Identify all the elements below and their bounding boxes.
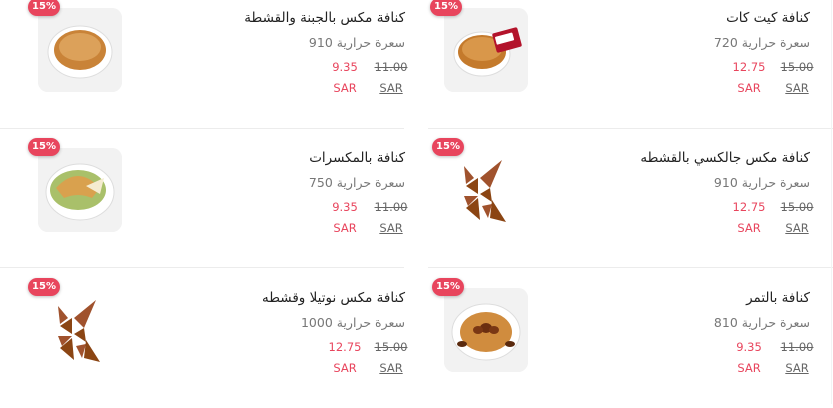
item-calories: سعرة حرارية 720 xyxy=(713,35,810,50)
new-price: 12.75 xyxy=(732,200,766,214)
new-price: 12.75 xyxy=(328,340,362,354)
item-image xyxy=(38,148,122,232)
new-price: 9.35 xyxy=(736,340,762,354)
old-price-currency: SAR xyxy=(379,361,403,375)
item-name: كنافة مكس جالكسي بالقشطه xyxy=(640,150,810,166)
menu-grid: 15% كنافة كيت كات سعرة حرارية 720 15.00 … xyxy=(0,0,833,404)
new-price-currency: SAR xyxy=(333,81,357,95)
discount-badge: 15% xyxy=(432,138,464,156)
row-divider xyxy=(0,128,404,129)
item-calories: سعرة حرارية 750 xyxy=(308,175,405,190)
item-calories: سعرة حرارية 910 xyxy=(308,35,405,50)
old-price-currency: SAR xyxy=(785,221,809,235)
old-price: 15.00 xyxy=(780,200,814,214)
old-price: 15.00 xyxy=(780,60,814,74)
new-price-currency: SAR xyxy=(333,361,357,375)
menu-item-card[interactable]: 15% كنافة بالتمر سعرة حرارية 810 11.00 9… xyxy=(428,278,825,408)
item-image xyxy=(38,8,122,92)
item-calories: سعرة حرارية 910 xyxy=(713,175,810,190)
discount-badge: 15% xyxy=(430,0,462,16)
new-price-currency: SAR xyxy=(737,361,761,375)
item-name: كنافة مكس بالجبنة والقشطة xyxy=(244,10,405,26)
discount-badge: 15% xyxy=(432,278,464,296)
brand-logo-icon xyxy=(444,148,528,232)
item-name: كنافة بالتمر xyxy=(746,290,810,306)
discount-badge: 15% xyxy=(28,0,60,16)
item-calories: سعرة حرارية 810 xyxy=(713,315,810,330)
item-name: كنافة مكس نوتيلا وقشطه xyxy=(261,290,405,306)
old-price: 11.00 xyxy=(780,340,814,354)
old-price: 11.00 xyxy=(374,200,408,214)
discount-badge: 15% xyxy=(28,278,60,296)
menu-item-card[interactable]: 15% كنافة كيت كات سعرة حرارية 720 15.00 … xyxy=(428,0,825,128)
row-divider xyxy=(428,128,833,129)
menu-item-card[interactable]: 15% كنافة مكس نوتيلا وقشطه سعرة حرارية 1… xyxy=(0,278,407,408)
new-price-currency: SAR xyxy=(737,81,761,95)
new-price: 9.35 xyxy=(332,60,358,74)
old-price-currency: SAR xyxy=(379,81,403,95)
new-price: 9.35 xyxy=(332,200,358,214)
item-image xyxy=(444,148,528,232)
brand-logo-icon xyxy=(38,288,122,372)
old-price-currency: SAR xyxy=(785,361,809,375)
new-price-currency: SAR xyxy=(737,221,761,235)
item-image xyxy=(444,288,528,372)
old-price-currency: SAR xyxy=(379,221,403,235)
item-image xyxy=(38,288,122,372)
old-price: 15.00 xyxy=(374,340,408,354)
item-image xyxy=(444,8,528,92)
menu-item-card[interactable]: 15% كنافة مكس جالكسي بالقشطه سعرة حرارية… xyxy=(428,138,825,268)
menu-item-card[interactable]: 15% كنافة مكس بالجبنة والقشطة سعرة حراري… xyxy=(0,0,407,128)
item-name: كنافة بالمكسرات xyxy=(309,150,405,166)
scrollbar-track[interactable] xyxy=(831,0,832,404)
menu-item-card[interactable]: 15% كنافة بالمكسرات سعرة حرارية 750 11.0… xyxy=(0,138,407,268)
old-price-currency: SAR xyxy=(785,81,809,95)
item-name: كنافة كيت كات xyxy=(726,10,810,26)
item-calories: سعرة حرارية 1000 xyxy=(300,315,405,330)
new-price-currency: SAR xyxy=(333,221,357,235)
old-price: 11.00 xyxy=(374,60,408,74)
new-price: 12.75 xyxy=(732,60,766,74)
discount-badge: 15% xyxy=(28,138,60,156)
